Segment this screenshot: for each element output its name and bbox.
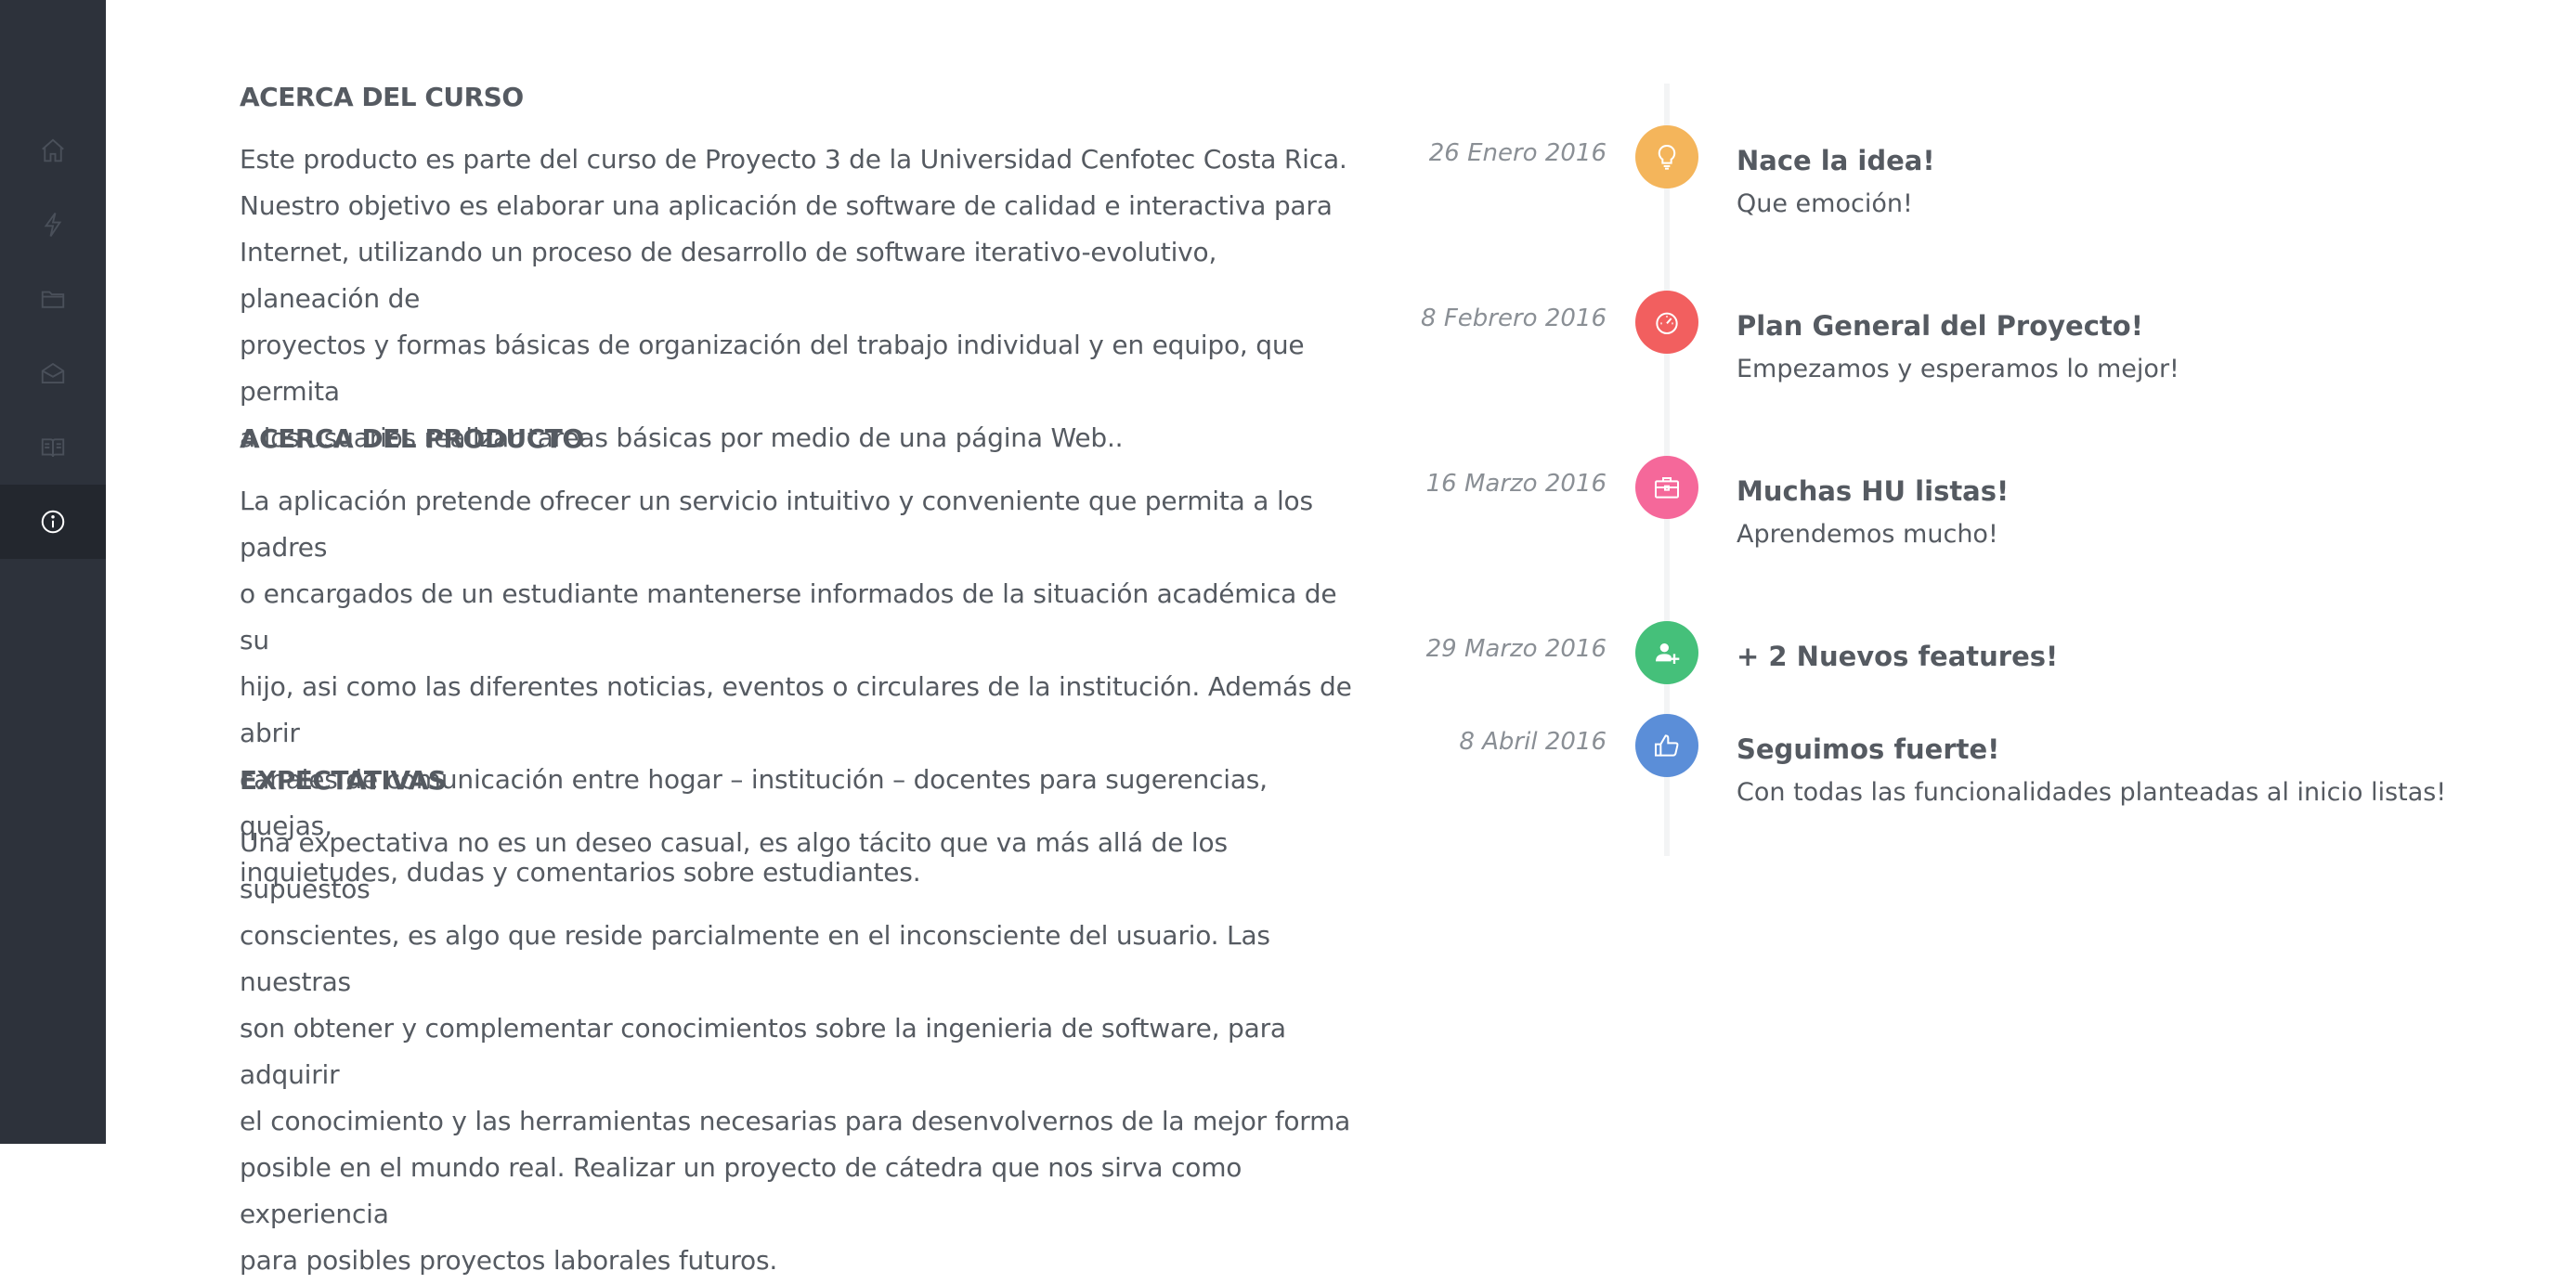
thumbs-up-icon (1655, 734, 1679, 757)
text-line: el conocimiento y las herramientas neces… (240, 1106, 1351, 1136)
text-line: Este producto es parte del curso de Proy… (240, 144, 1347, 175)
timeline-marker (1635, 291, 1698, 354)
timeline-marker (1635, 621, 1698, 684)
text-line: son obtener y complementar conocimientos… (240, 1013, 1286, 1090)
book-icon (41, 438, 65, 458)
nav-item-info[interactable] (0, 485, 106, 559)
mail-icon (41, 362, 65, 383)
user-add-icon (1656, 643, 1680, 664)
text-line: Internet, utilizando un proceso de desar… (240, 237, 1217, 314)
lightning-icon (44, 212, 62, 238)
timeline-marker (1635, 456, 1698, 519)
text-line: Una expectativa no es un deseo casual, e… (240, 827, 1228, 904)
nav-item-home[interactable] (0, 113, 106, 188)
nav-item-mail[interactable] (0, 336, 106, 410)
timeline-subtitle: Empezamos y esperamos lo mejor! (1737, 355, 2179, 383)
timeline-date: 8 Abril 2016 (1459, 728, 1607, 756)
briefcase-icon (1655, 477, 1679, 499)
text-line: conscientes, es algo que reside parcialm… (240, 920, 1270, 997)
timeline-title: Seguimos fuerte! (1737, 733, 2000, 765)
folder-icon (41, 291, 65, 308)
section-body-course: Este producto es parte del curso de Proy… (240, 136, 1354, 461)
nav-item-activity[interactable] (0, 188, 106, 262)
text-line: para posibles proyectos laborales futuro… (240, 1245, 778, 1276)
timeline-marker (1635, 714, 1698, 777)
timeline-title: + 2 Nuevos features! (1737, 641, 2059, 672)
timeline-date: 16 Marzo 2016 (1425, 470, 1607, 498)
home-icon (42, 138, 64, 162)
text-line: posible en el mundo real. Realizar un pr… (240, 1152, 1242, 1229)
text-line: Nuestro objetivo es elaborar una aplicac… (240, 190, 1333, 221)
timeline-title: Muchas HU listas! (1737, 475, 2010, 507)
text-line: La aplicación pretende ofrecer un servic… (240, 486, 1313, 563)
timeline-title: Nace la idea! (1737, 145, 1935, 176)
timeline-date: 29 Marzo 2016 (1425, 635, 1607, 663)
section-heading-expectations: EXPECTATIVAS (240, 765, 447, 796)
timeline-title: Plan General del Proyecto! (1737, 310, 2143, 342)
info-icon (41, 510, 65, 534)
lightbulb-icon (1658, 144, 1676, 170)
section-heading-course: ACERCA DEL CURSO (240, 82, 524, 112)
timeline-subtitle: Con todas las funcionalidades planteadas… (1737, 778, 2447, 807)
nav-item-folder[interactable] (0, 262, 106, 336)
sidebar (0, 0, 106, 1144)
text-line: o encargados de un estudiante mantenerse… (240, 578, 1337, 655)
speedometer-icon (1656, 312, 1678, 334)
timeline-subtitle: Que emoción! (1737, 189, 1913, 218)
text-line: proyectos y formas básicas de organizaci… (240, 330, 1305, 407)
section-heading-product: ACERCA DEL PRODUCTO (240, 423, 584, 454)
timeline-subtitle: Aprendemos mucho! (1737, 520, 1998, 549)
section-body-expectations: Una expectativa no es un deseo casual, e… (240, 820, 1354, 1284)
nav-item-book[interactable] (0, 410, 106, 485)
timeline-date: 8 Febrero 2016 (1421, 305, 1607, 332)
timeline-marker (1635, 125, 1698, 188)
timeline-date: 26 Enero 2016 (1428, 139, 1607, 167)
text-line: hijo, asi como las diferentes noticias, … (240, 671, 1352, 748)
